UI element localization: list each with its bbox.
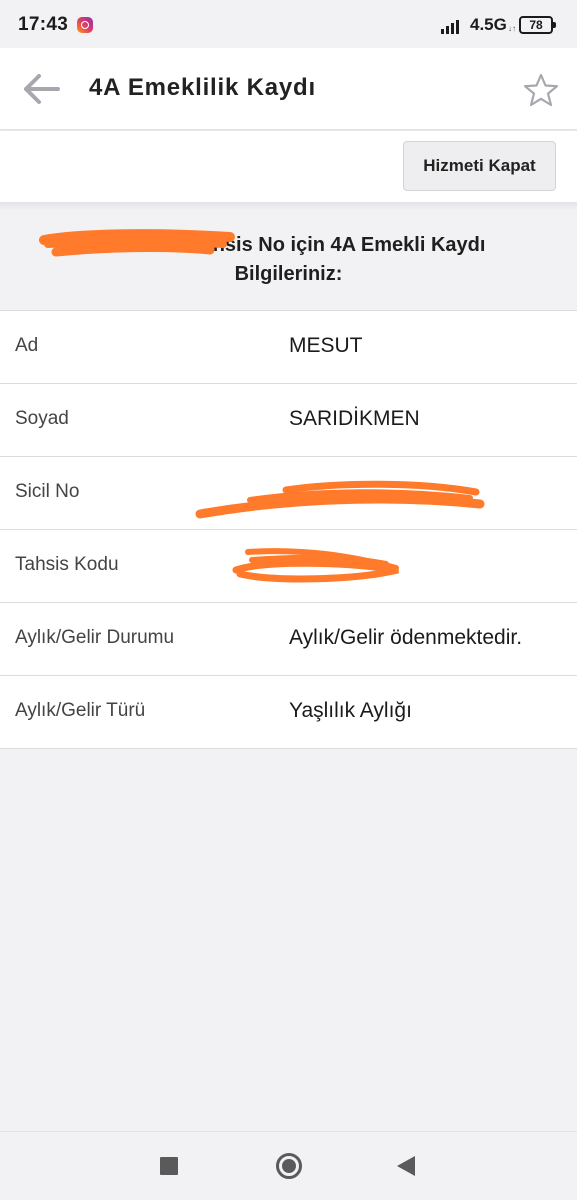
status-time: 17:43 <box>18 14 69 35</box>
signal-icon <box>441 16 463 34</box>
battery-icon: 78 <box>519 16 556 34</box>
divider <box>0 203 577 211</box>
section-heading-line1: ahsis No için 4A Emekli Kaydı <box>201 234 486 256</box>
favorite-button[interactable] <box>522 72 560 108</box>
row-value: Aylık/Gelir ödenmektedir. <box>289 626 523 649</box>
back-button[interactable] <box>18 69 62 109</box>
row-label: Ad <box>15 335 39 356</box>
action-strip: Hizmeti Kapat <box>0 131 577 203</box>
app-bar: 4A Emeklilik Kaydı <box>0 48 577 130</box>
navigation-bar <box>0 1131 577 1200</box>
arrow-left-icon <box>24 74 60 104</box>
circle-icon[interactable] <box>276 1153 302 1179</box>
row-ad: Ad MESUT <box>0 311 577 384</box>
instagram-icon <box>77 17 93 33</box>
status-bar: 17:43 4.5G ↓↑ 78 <box>0 0 577 48</box>
screen: 17:43 4.5G ↓↑ 78 4A Emeklilik Kaydı Hizm… <box>0 0 577 1200</box>
row-value: MESUT <box>289 334 363 357</box>
network-activity-icon: ↓↑ <box>508 24 516 33</box>
network-type: 4.5G <box>470 15 507 34</box>
row-label: Aylık/Gelir Durumu <box>15 627 175 648</box>
square-icon[interactable] <box>160 1157 178 1175</box>
row-soyad: Soyad SARIDİKMEN <box>0 384 577 457</box>
section-heading: ahsis No için 4A Emekli Kaydı Bilgilerin… <box>0 219 577 309</box>
star-outline-icon <box>523 73 559 107</box>
page-title: 4A Emeklilik Kaydı <box>89 74 316 101</box>
row-aylik-gelir-durumu: Aylık/Gelir Durumu Aylık/Gelir ödenmekte… <box>0 603 577 676</box>
row-label: Tahsis Kodu <box>15 554 119 575</box>
row-label: Sicil No <box>15 481 80 502</box>
row-label: Aylık/Gelir Türü <box>15 700 146 721</box>
row-sicil-no: Sicil No <box>0 457 577 530</box>
row-aylik-gelir-turu: Aylık/Gelir Türü Yaşlılık Aylığı <box>0 676 577 749</box>
row-value: Yaşlılık Aylığı <box>289 699 412 722</box>
triangle-back-icon[interactable] <box>397 1156 415 1176</box>
close-service-button[interactable]: Hizmeti Kapat <box>403 141 556 191</box>
row-label: Soyad <box>15 408 69 429</box>
info-table: Ad MESUT Soyad SARIDİKMEN Sicil No Tahsi… <box>0 310 577 749</box>
row-tahsis-kodu: Tahsis Kodu <box>0 530 577 603</box>
section-heading-line2: Bilgileriniz: <box>234 263 343 285</box>
row-value: SARIDİKMEN <box>289 407 420 430</box>
